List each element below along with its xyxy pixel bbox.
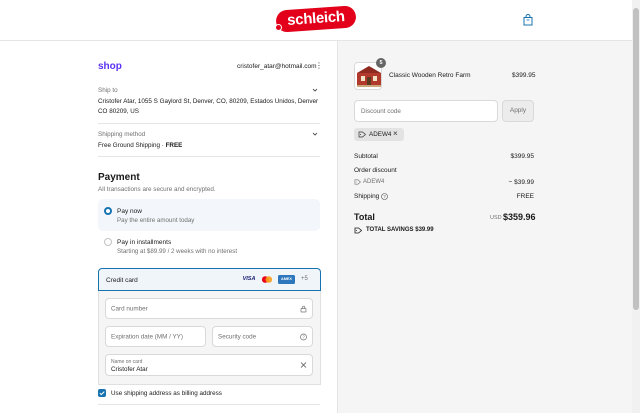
discount-value: − $39.99 xyxy=(508,179,534,186)
name-on-card-value: Cristofer Atar xyxy=(111,366,148,373)
billing-same-label[interactable]: Use shipping address as billing address xyxy=(111,390,222,397)
shopping-bag-icon[interactable] xyxy=(523,14,533,26)
ship-to-chevron-down-icon[interactable] xyxy=(312,87,318,93)
help-circle-icon[interactable]: ? xyxy=(300,333,307,340)
svg-text:?: ? xyxy=(302,334,305,339)
shipping-method-value: Free Ground Shipping · FREE xyxy=(98,141,320,151)
pay-now-title: Pay now xyxy=(117,208,142,215)
tag-icon xyxy=(358,131,366,138)
expiration-placeholder: Expiration date (MM / YY) xyxy=(111,333,183,340)
total-savings-label: TOTAL SAVINGS xyxy=(366,227,414,233)
page-scrollbar[interactable] xyxy=(632,0,640,413)
card-number-placeholder: Card number xyxy=(111,305,148,312)
pay-now-subtitle: Pay the entire amount today xyxy=(117,217,195,224)
scrollbar-thumb[interactable] xyxy=(633,8,639,310)
payment-title: Payment xyxy=(98,172,140,183)
more-options-icon[interactable]: ⋮ xyxy=(315,61,323,70)
credit-card-label: Credit card xyxy=(106,277,138,284)
divider xyxy=(98,404,320,405)
discount-code-input[interactable]: Discount code xyxy=(354,100,498,122)
applied-code-text: ADEW4 xyxy=(369,131,392,138)
payment-subtitle: All transactions are secure and encrypte… xyxy=(98,186,216,193)
visa-icon: VISA xyxy=(242,276,256,282)
total-savings: TOTAL SAVINGS $39.99 xyxy=(366,227,434,233)
product-name: Classic Wooden Retro Farm xyxy=(389,72,471,79)
apply-discount-button[interactable]: Apply xyxy=(502,100,534,122)
order-discount-label: Order discount xyxy=(354,167,397,174)
amex-icon: AMEX xyxy=(278,275,295,284)
total-label: Total xyxy=(354,212,375,222)
pay-in-installments-title[interactable]: Pay in installments xyxy=(117,239,171,246)
pay-in-installments-radio[interactable] xyxy=(104,238,112,246)
shipping-method-name: Free Ground Shipping xyxy=(98,142,160,149)
shipping-method-price: FREE xyxy=(165,142,183,149)
subtotal-label: Subtotal xyxy=(354,153,378,160)
shipping-method-label: Shipping method xyxy=(98,131,146,138)
name-on-card-label: Name on card xyxy=(111,359,143,365)
expiration-date-field[interactable]: Expiration date (MM / YY) xyxy=(105,326,206,347)
shipping-value: FREE xyxy=(516,193,534,200)
name-on-card-field[interactable]: Name on card Cristofer Atar xyxy=(105,354,313,376)
lock-icon xyxy=(300,305,307,312)
ship-to-label: Ship to xyxy=(98,87,118,94)
quantity-badge: 5 xyxy=(376,58,386,68)
card-number-field[interactable]: Card number xyxy=(105,298,313,319)
savings-tag-icon xyxy=(354,227,362,234)
pay-now-option[interactable] xyxy=(98,199,320,231)
total-value: $359.96 xyxy=(503,212,536,222)
total-savings-value: $39.99 xyxy=(415,227,434,233)
subtotal-value: $399.95 xyxy=(510,153,535,160)
pay-in-installments-subtitle: Starting at $89.99 / 2 weeks with no int… xyxy=(117,248,238,255)
divider xyxy=(98,123,320,124)
svg-text:?: ? xyxy=(383,194,386,199)
discount-code-placeholder: Discount code xyxy=(361,108,401,115)
clear-x-icon[interactable] xyxy=(300,362,307,369)
account-email: cristofer_atar@hotmail.com xyxy=(237,63,317,70)
product-price: $399.95 xyxy=(512,72,536,79)
shipping-label: Shipping xyxy=(354,193,380,200)
tag-icon xyxy=(354,179,361,185)
shipping-method-chevron-down-icon[interactable] xyxy=(312,131,318,137)
mastercard-icon xyxy=(260,275,274,284)
shop-pay-logo: shop xyxy=(98,61,122,72)
billing-same-checkbox[interactable] xyxy=(98,389,106,397)
security-code-placeholder: Security code xyxy=(218,333,257,340)
help-circle-icon[interactable]: ? xyxy=(381,193,388,200)
pay-now-radio[interactable] xyxy=(104,207,112,215)
currency-code: USD xyxy=(490,215,502,221)
discount-code-label: ADEW4 xyxy=(363,179,385,185)
ship-to-address: Cristofer Atar, 1055 S Gaylord St, Denve… xyxy=(98,98,319,115)
logo-dot xyxy=(275,24,282,31)
applied-discount-tag: ADEW4 × xyxy=(354,128,404,141)
divider xyxy=(98,156,320,157)
security-code-field[interactable]: Security code ? xyxy=(212,326,313,347)
remove-discount-close-icon[interactable]: × xyxy=(393,129,398,138)
more-card-brands: +5 xyxy=(301,276,308,282)
